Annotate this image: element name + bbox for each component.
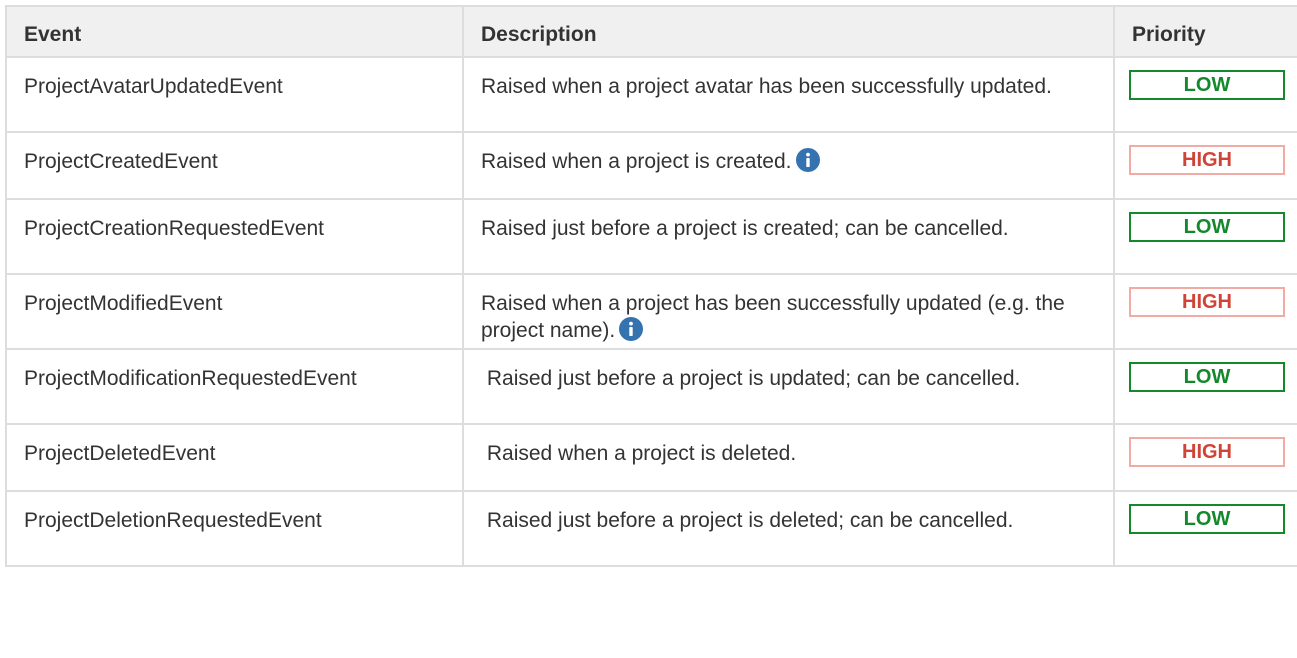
priority-cell: LOW bbox=[1113, 490, 1297, 567]
event-description: Raised when a project is created. bbox=[481, 150, 792, 173]
column-header-event: Event bbox=[5, 5, 464, 58]
event-description-cell: Raised just before a project is created;… bbox=[462, 198, 1115, 275]
status-badge: LOW bbox=[1129, 504, 1285, 534]
status-badge: HIGH bbox=[1129, 145, 1285, 175]
event-description: Raised when a project avatar has been su… bbox=[481, 75, 1052, 98]
status-badge: LOW bbox=[1129, 362, 1285, 392]
event-description-cell: Raised just before a project is deleted;… bbox=[462, 490, 1115, 567]
table-row: ProjectModificationRequestedEvent Raised… bbox=[5, 348, 1297, 425]
priority-cell: LOW bbox=[1113, 198, 1297, 275]
table-header-row: Event Description Priority bbox=[5, 5, 1297, 58]
event-description: Raised just before a project is updated;… bbox=[481, 367, 1021, 390]
event-description-cell: Raised when a project has been successfu… bbox=[462, 273, 1115, 350]
event-name-cell: ProjectCreationRequestedEvent bbox=[5, 198, 464, 275]
events-table-container: Event Description Priority ProjectAvatar… bbox=[5, 5, 1297, 567]
priority-cell: LOW bbox=[1113, 348, 1297, 425]
table-row: ProjectDeletedEvent Raised when a projec… bbox=[5, 423, 1297, 492]
status-badge: LOW bbox=[1129, 70, 1285, 100]
event-name-cell: ProjectDeletionRequestedEvent bbox=[5, 490, 464, 567]
event-description-cell: Raised when a project avatar has been su… bbox=[462, 56, 1115, 133]
priority-cell: LOW bbox=[1113, 56, 1297, 133]
event-description-cell: Raised when a project is created. bbox=[462, 131, 1115, 200]
status-badge: HIGH bbox=[1129, 287, 1285, 317]
event-description-cell: Raised when a project is deleted. bbox=[462, 423, 1115, 492]
info-icon[interactable] bbox=[795, 148, 820, 172]
table-row: ProjectAvatarUpdatedEvent Raised when a … bbox=[5, 56, 1297, 133]
priority-cell: HIGH bbox=[1113, 423, 1297, 492]
event-description: Raised when a project is deleted. bbox=[481, 442, 797, 465]
info-icon[interactable] bbox=[619, 317, 644, 341]
event-description-cell: Raised just before a project is updated;… bbox=[462, 348, 1115, 425]
table-row: ProjectModifiedEvent Raised when a proje… bbox=[5, 273, 1297, 350]
priority-cell: HIGH bbox=[1113, 131, 1297, 200]
event-description: Raised when a project has been successfu… bbox=[481, 292, 1071, 342]
status-badge: LOW bbox=[1129, 212, 1285, 242]
table-row: ProjectCreatedEvent Raised when a projec… bbox=[5, 131, 1297, 200]
event-description: Raised just before a project is deleted;… bbox=[481, 509, 1014, 532]
status-badge: HIGH bbox=[1129, 437, 1285, 467]
column-header-priority: Priority bbox=[1113, 5, 1297, 58]
priority-cell: HIGH bbox=[1113, 273, 1297, 350]
event-name-cell: ProjectAvatarUpdatedEvent bbox=[5, 56, 464, 133]
column-header-description: Description bbox=[462, 5, 1115, 58]
event-description: Raised just before a project is created;… bbox=[481, 217, 1009, 240]
event-name-cell: ProjectCreatedEvent bbox=[5, 131, 464, 200]
event-name-cell: ProjectModificationRequestedEvent bbox=[5, 348, 464, 425]
table-row: ProjectDeletionRequestedEvent Raised jus… bbox=[5, 490, 1297, 567]
event-name-cell: ProjectModifiedEvent bbox=[5, 273, 464, 350]
event-name-cell: ProjectDeletedEvent bbox=[5, 423, 464, 492]
table-row: ProjectCreationRequestedEvent Raised jus… bbox=[5, 198, 1297, 275]
events-table: Event Description Priority ProjectAvatar… bbox=[5, 5, 1297, 567]
